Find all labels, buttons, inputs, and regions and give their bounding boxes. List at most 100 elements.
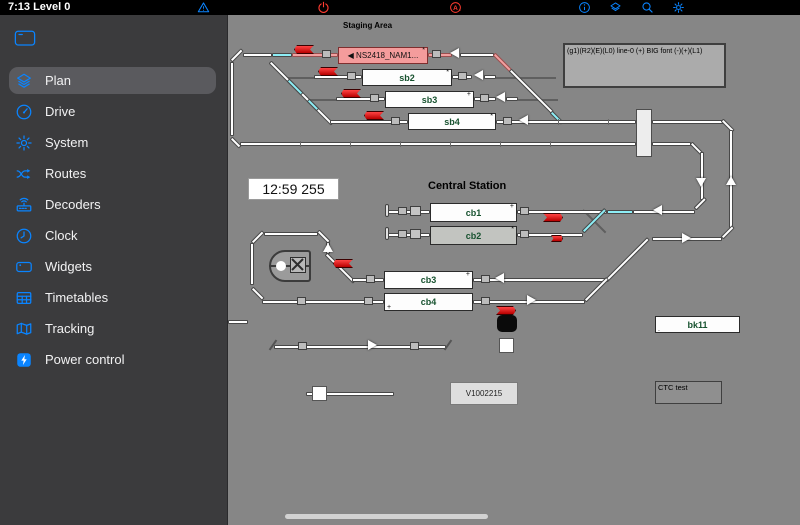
depot-crossing-box	[290, 257, 306, 273]
track-segment-reserved	[272, 53, 292, 57]
track-segment	[460, 53, 494, 57]
white-indicator-square[interactable]	[499, 338, 514, 353]
direction-arrow	[496, 92, 505, 102]
decoder-device-icon	[14, 195, 34, 215]
feedback-square	[322, 50, 331, 58]
feedback-square	[481, 297, 490, 305]
bridge[interactable]	[636, 109, 652, 157]
depot-icon[interactable]	[269, 250, 311, 282]
sidebar-item-timetables[interactable]: Timetables	[0, 282, 228, 313]
feedback-square	[503, 117, 512, 125]
info-icon[interactable]	[578, 1, 592, 15]
sidebar-item-label: Widgets	[45, 259, 92, 274]
track-segment	[484, 75, 496, 79]
gear-icon	[14, 133, 34, 153]
search-icon[interactable]	[641, 1, 655, 15]
feedback-square	[398, 230, 407, 238]
sidebar-item-routes[interactable]: Routes	[0, 158, 228, 189]
signal-flag-red[interactable]	[341, 89, 361, 98]
signal-flag-red[interactable]	[551, 235, 563, 242]
power-icon[interactable]	[317, 1, 331, 15]
block-sb2[interactable]: sb2*	[362, 69, 452, 86]
direction-arrow	[726, 176, 736, 185]
sidebar-item-system[interactable]: System	[0, 127, 228, 158]
sidebar-item-power-control[interactable]: Power control	[0, 344, 228, 375]
track-tick	[558, 119, 559, 125]
sidebar-item-label: Timetables	[45, 290, 108, 305]
block-cb2[interactable]: cb2*	[430, 226, 517, 245]
staging-area-label: Staging Area	[343, 21, 392, 30]
sidebar-item-tracking[interactable]: Tracking	[0, 313, 228, 344]
track-segment-reserved	[287, 79, 304, 96]
layers-icon[interactable]	[609, 1, 623, 15]
signal-flag-red[interactable]	[318, 67, 338, 76]
sidebar-item-label: Routes	[45, 166, 86, 181]
track-segment	[250, 243, 254, 285]
direction-arrow	[653, 205, 662, 215]
signal-flag-red[interactable]	[364, 111, 384, 120]
sidebar-item-label: Decoders	[45, 197, 101, 212]
track-segment	[324, 392, 394, 396]
feedback-square	[391, 117, 400, 125]
feedback-square	[458, 72, 467, 80]
feedback-square	[370, 94, 379, 102]
track-segment	[387, 210, 430, 214]
speedometer-icon	[14, 102, 34, 122]
track-tick	[500, 141, 501, 147]
power-bolt-icon	[14, 350, 34, 370]
track-segment	[509, 69, 554, 114]
signal-flag-red[interactable]	[333, 259, 353, 268]
track-segment	[228, 320, 248, 324]
sidebar-item-drive[interactable]: Drive	[0, 96, 228, 127]
track-tick	[550, 141, 551, 147]
shuffle-icon	[14, 164, 34, 184]
block-cb1[interactable]: cb1+	[430, 203, 517, 222]
gear-icon[interactable]	[672, 1, 686, 15]
warning-triangle-icon[interactable]	[197, 1, 211, 15]
signal-v1002215-box[interactable]: V1002215	[450, 382, 518, 405]
signal-flag-red[interactable]	[294, 45, 314, 54]
sidebar-item-clock[interactable]: Clock	[0, 220, 228, 251]
direction-arrow	[696, 178, 706, 187]
track-segment	[288, 77, 316, 79]
block-bk11[interactable]: bk11.	[655, 316, 740, 333]
track-segment	[700, 152, 704, 200]
feedback-square	[520, 230, 529, 238]
feedback-square	[520, 207, 529, 215]
direction-arrow	[368, 340, 377, 350]
clock-icon	[14, 226, 34, 246]
feedback-square	[364, 297, 373, 305]
central-station-label: Central Station	[428, 180, 506, 192]
clock-widget[interactable]: 12:59 255	[248, 178, 339, 200]
track-tick	[350, 141, 351, 147]
black-indicator-square[interactable]	[497, 315, 517, 332]
feedback-square	[298, 342, 307, 350]
feedback-square	[481, 275, 490, 283]
track-segment	[496, 77, 556, 79]
sidebar-item-label: Clock	[45, 228, 78, 243]
buffer-stop	[385, 227, 389, 240]
sidebar: Plan Drive System Routes Decoders Clock	[0, 15, 228, 525]
block-cb3[interactable]: cb3+	[384, 271, 473, 289]
switch-motor-square[interactable]	[312, 386, 327, 401]
direction-arrow	[682, 233, 691, 243]
sidebar-item-plan[interactable]: Plan	[0, 65, 228, 96]
horizontal-scrollbar[interactable]	[285, 514, 488, 519]
sidebar-item-decoders[interactable]: Decoders	[0, 189, 228, 220]
track-segment	[721, 225, 735, 239]
track-segment	[473, 278, 606, 282]
emergency-stop-icon[interactable]: A	[449, 1, 463, 15]
sidebar-item-widgets[interactable]: Widgets	[0, 251, 228, 282]
big-font-text-box: (g1)(R2)(E)(L0) line-0 (+) BIG font (-)(…	[563, 43, 726, 88]
signal-flag-red[interactable]	[496, 306, 516, 315]
block-sb4[interactable]: sb4*	[408, 113, 496, 130]
signal-flag-red[interactable]	[543, 213, 563, 222]
track-segment	[517, 210, 607, 214]
block-sb3[interactable]: sb3+	[385, 91, 474, 108]
sidebar-toggle-icon[interactable]	[14, 29, 36, 47]
block-ns2418[interactable]: ◀ NS2418_NAM1...*	[338, 47, 428, 64]
block-cb4[interactable]: cb4+	[384, 293, 473, 311]
track-segment	[605, 237, 650, 282]
direction-arrow	[450, 48, 459, 58]
feedback-square	[297, 297, 306, 305]
